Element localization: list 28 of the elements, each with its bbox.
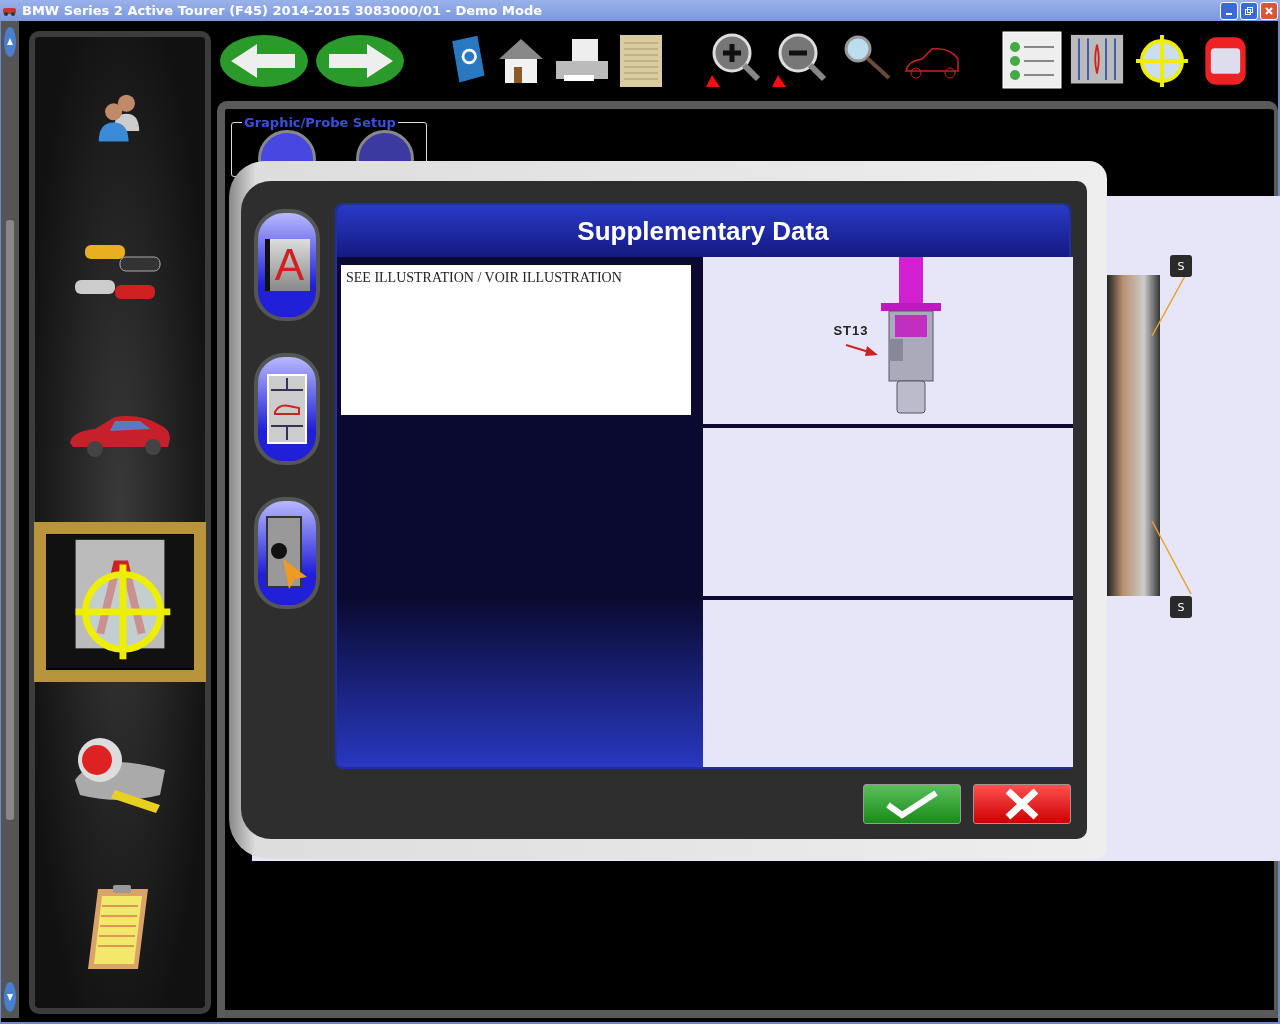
close-icon (1264, 5, 1274, 16)
sidebar-item[interactable] (34, 521, 206, 682)
group-box-title: Graphic/Probe Setup (243, 115, 397, 130)
ok-button[interactable] (863, 784, 961, 824)
window-title: BMW Series 2 Active Tourer (F45) 2014-2015 3083000/01 - Demo Mode (22, 3, 544, 18)
scroll-up-icon[interactable] (4, 27, 16, 57)
pointer-icon (265, 515, 309, 591)
arrow-icon (844, 343, 879, 357)
forward-button[interactable] (315, 33, 405, 89)
dialog-title: Supplementary Data (337, 205, 1069, 257)
restore-button[interactable] (1240, 1, 1258, 20)
layout-icon (267, 374, 307, 444)
minimize-button[interactable] (1220, 1, 1238, 20)
close-button[interactable] (1260, 1, 1278, 20)
cancel-button[interactable] (973, 784, 1071, 824)
scrollbar[interactable] (1, 21, 19, 1018)
tool-button[interactable] (254, 497, 320, 609)
callout-label: ST13 (833, 323, 869, 338)
note-text: SEE ILLUSTRATION / VOIR ILLUSTRATION (341, 265, 691, 415)
scroll-down-icon[interactable] (4, 982, 16, 1012)
restore-icon (1244, 5, 1254, 16)
marker-label[interactable]: S (1170, 596, 1192, 618)
checklist-icon[interactable] (1002, 31, 1062, 91)
marker-label[interactable]: S (1170, 255, 1192, 277)
tool-button[interactable] (254, 353, 320, 465)
alignment-target-icon (46, 534, 194, 670)
minimize-icon (1226, 12, 1232, 15)
back-button[interactable] (219, 33, 309, 89)
